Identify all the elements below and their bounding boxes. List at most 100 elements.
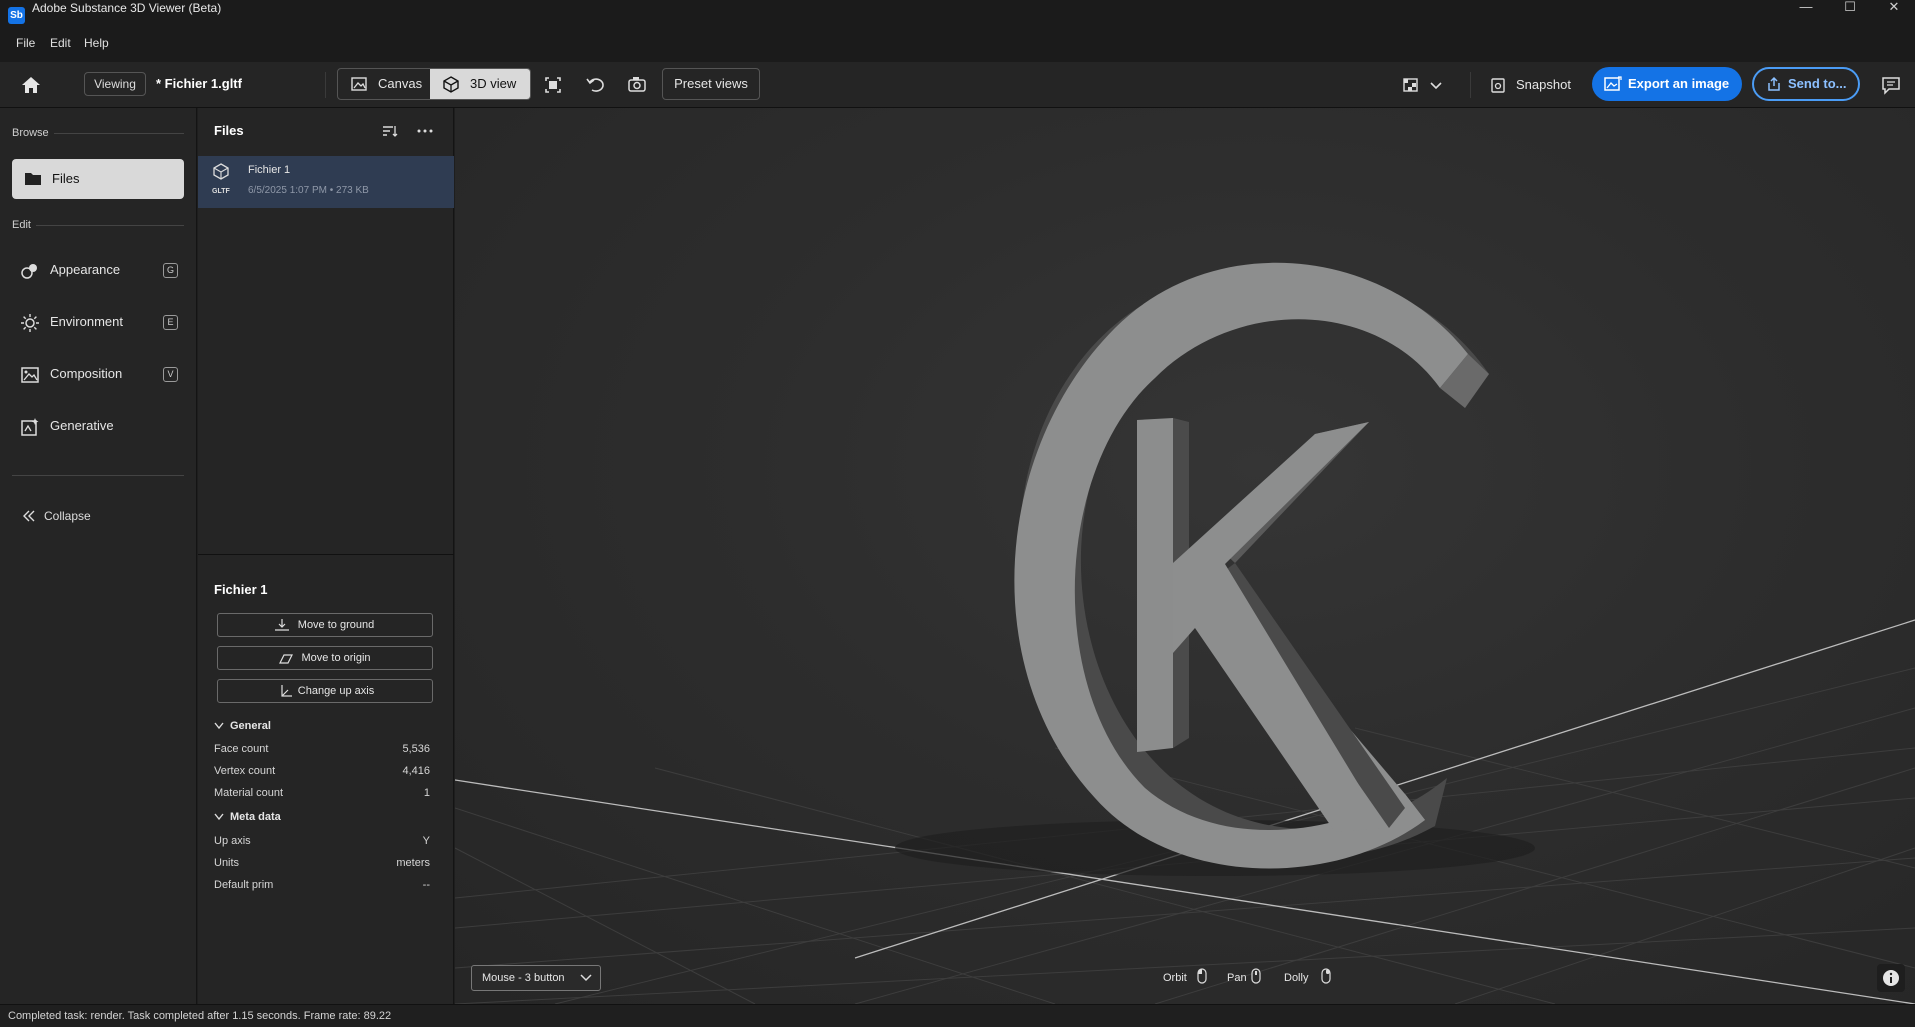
more-horizontal-icon [417,129,433,133]
browse-section-label: Browse [12,127,49,139]
panel-divider [198,554,454,555]
chevron-down-icon [1430,82,1442,90]
view-mode-toggle: Canvas 3D view [337,68,531,100]
viewport-controls: Mouse - 3 button Orbit Pan Dolly [455,958,1915,1004]
sun-icon [21,314,39,332]
change-up-axis-button[interactable]: Change up axis [217,679,433,703]
undo-icon [586,78,604,92]
logo-model [1014,262,1489,869]
3d-file-icon [213,163,229,180]
left-sidebar: Browse Files Edit Appearance G Environme… [0,108,197,1004]
main-toolbar: Viewing * Fichier 1.gltf Canvas 3D view … [0,62,1915,108]
sidebar-item-files[interactable]: Files [12,159,184,199]
3d-viewport[interactable] [455,108,1915,1004]
snapshot-label: Snapshot [1516,77,1571,92]
reset-view-button[interactable] [580,70,610,100]
sidebar-item-environment[interactable]: Environment E [12,302,184,342]
frame-button[interactable] [538,70,568,100]
property-row: Units meters [214,857,430,873]
send-to-label: Send to... [1788,76,1847,91]
menu-edit[interactable]: Edit [50,32,71,54]
render-quality-icon [1403,78,1418,92]
chevron-down-icon [214,813,224,821]
status-text: Completed task: render. Task completed a… [8,1010,392,1022]
menu-help[interactable]: Help [84,32,109,54]
3d-view-tab-label: 3D view [470,76,517,91]
menu-file[interactable]: File [16,32,35,54]
title-bar: Sb Adobe Substance 3D Viewer (Beta) — ☐ … [0,0,1915,32]
canvas-tab[interactable]: Canvas [338,69,430,99]
property-row: Face count 5,536 [214,743,430,759]
ground-icon [275,619,289,631]
sidebar-item-composition[interactable]: Composition V [12,354,184,394]
mouse-mode-select[interactable]: Mouse - 3 button [471,965,601,991]
export-image-label: Export an image [1628,76,1730,91]
sort-icon [383,126,398,137]
snapshot-button[interactable]: Snapshot [1488,70,1571,100]
property-label: Units [214,857,240,869]
window-title: Adobe Substance 3D Viewer (Beta) [32,1,222,15]
document-title: * Fichier 1.gltf [156,76,242,91]
app-logo-icon: Sb [8,7,25,24]
camera-settings-icon [628,77,646,92]
sidebar-item-label: Appearance [50,262,121,277]
mouse-left-icon [1197,968,1207,984]
file-list-item[interactable]: GLTF Fichier 1 6/5/2025 1:07 PM • 273 KB [198,156,454,208]
feedback-button[interactable] [1876,70,1906,100]
sort-button[interactable] [380,122,398,140]
sidebar-item-label: Environment [50,314,123,329]
3d-view-icon [443,76,459,93]
file-meta: 6/5/2025 1:07 PM • 273 KB [248,185,369,196]
sidebar-item-appearance[interactable]: Appearance G [12,250,184,290]
collapse-label: Collapse [44,509,91,523]
axis-icon [281,685,292,697]
send-to-button[interactable]: Send to... [1752,67,1860,101]
collapse-button[interactable]: Collapse [22,508,91,524]
property-label: Vertex count [214,765,276,777]
general-group-header[interactable]: General [214,720,271,732]
property-row: Material count 1 [214,787,430,803]
property-label: Default prim [214,879,274,891]
minimize-button[interactable]: — [1784,0,1828,16]
property-label: Up axis [214,835,251,847]
more-options-button[interactable] [416,122,434,140]
info-button[interactable] [1877,964,1905,992]
mouse-mode-value: Mouse - 3 button [482,972,565,984]
pan-hint: Pan [1227,972,1247,984]
maximize-button[interactable]: ☐ [1828,0,1872,16]
render-quality-button[interactable] [1396,70,1426,100]
status-bar: Completed task: render. Task completed a… [0,1004,1915,1027]
section-divider [54,133,184,134]
3d-view-tab[interactable]: 3D view [430,69,530,99]
close-button[interactable]: ✕ [1872,0,1915,16]
home-button[interactable] [18,72,44,98]
frame-icon [545,77,561,93]
camera-settings-button[interactable] [622,70,652,100]
group-header-label: General [230,720,271,732]
property-value: 1 [423,787,430,799]
property-value: -- [422,879,430,891]
file-name: Fichier 1 [248,164,291,176]
shortcut-badge: V [163,367,178,382]
move-to-origin-button[interactable]: Move to origin [217,646,433,670]
property-row: Default prim -- [214,879,430,895]
move-to-ground-button[interactable]: Move to ground [217,613,433,637]
viewing-mode-button[interactable]: Viewing [84,72,146,96]
property-label: Material count [214,787,284,799]
preset-views-button[interactable]: Preset views [662,68,760,100]
sidebar-item-label: Files [52,171,80,186]
toolbar-divider [1470,72,1471,98]
property-row: Up axis Y [214,835,430,851]
sidebar-item-label: Generative [50,418,114,433]
toolbar-divider [325,72,326,98]
render-quality-dropdown[interactable] [1426,70,1446,100]
export-image-button[interactable]: Export an image [1592,67,1742,101]
canvas-tab-label: Canvas [378,76,423,91]
home-icon [22,77,40,93]
shortcut-badge: E [163,315,178,330]
properties-title: Fichier 1 [214,582,268,597]
sidebar-item-label: Composition [50,366,123,381]
sidebar-item-generative[interactable]: Generative [12,406,184,446]
meta-data-group-header[interactable]: Meta data [214,811,281,823]
info-icon [1883,970,1899,986]
